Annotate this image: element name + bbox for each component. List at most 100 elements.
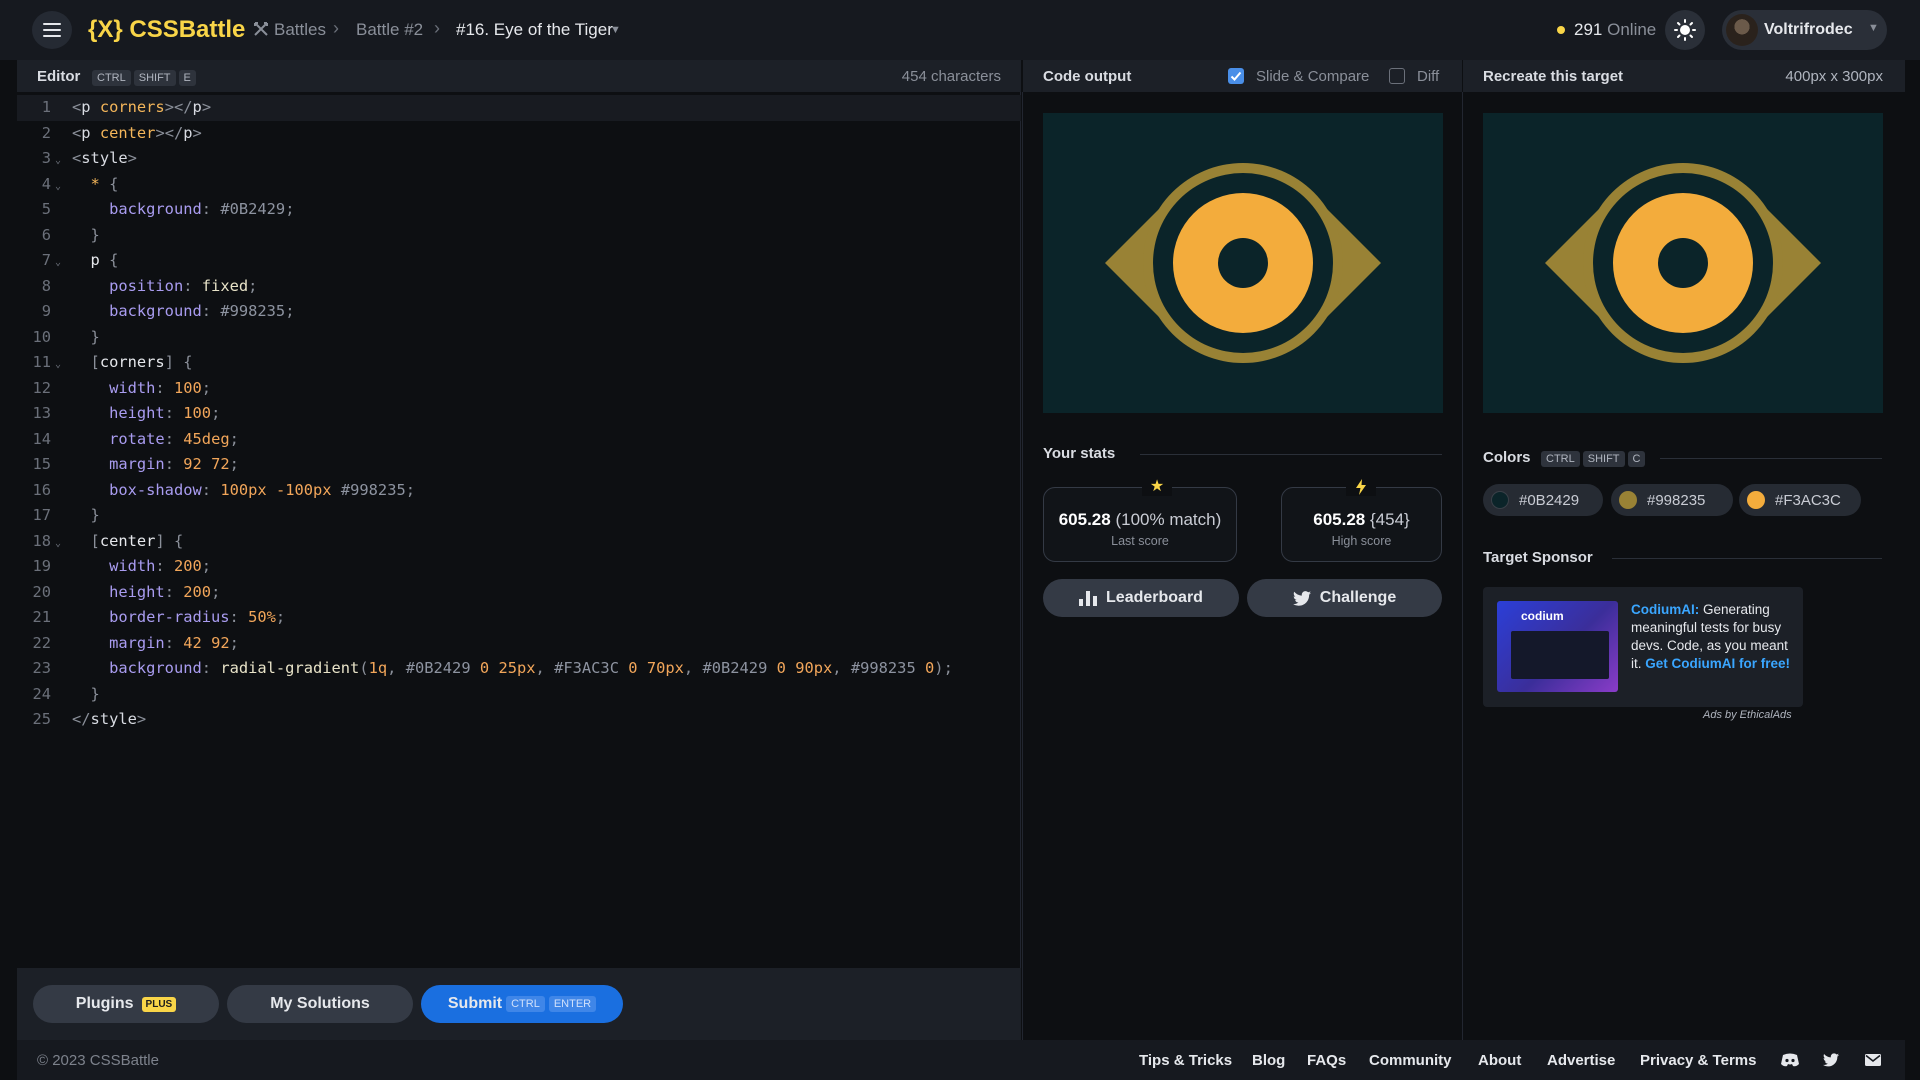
fold-chevron-icon[interactable]: ⌄ (55, 174, 61, 200)
code-text[interactable]: <p center></p> (72, 121, 202, 147)
chevron-down-icon[interactable]: ▼ (610, 24, 621, 36)
code-text[interactable]: p { (72, 248, 119, 274)
menu-button[interactable] (32, 11, 72, 49)
footer-link-blog[interactable]: Blog (1252, 1052, 1285, 1069)
diff-label[interactable]: Diff (1417, 68, 1439, 85)
code-line[interactable]: 23 background: radial-gradient(1q, #0B24… (17, 656, 1021, 682)
color-swatch[interactable]: #0B2429 (1483, 484, 1603, 516)
sponsor-text[interactable]: CodiumAI: Generating meaningful tests fo… (1631, 601, 1793, 673)
code-text[interactable]: <p corners></p> (72, 95, 211, 121)
my-solutions-button[interactable]: My Solutions (227, 985, 413, 1023)
footer-link-privacy[interactable]: Privacy & Terms (1640, 1052, 1756, 1069)
challenge-button[interactable]: Challenge (1247, 579, 1442, 617)
sponsor-image[interactable]: codium (1497, 601, 1618, 692)
code-line[interactable]: 18 ⌄ [center] { (17, 529, 1021, 555)
avatar (1726, 14, 1758, 46)
code-line[interactable]: 8 position: fixed; (17, 274, 1021, 300)
code-text[interactable]: background: #998235; (72, 299, 294, 325)
code-line[interactable]: 17 } (17, 503, 1021, 529)
code-line[interactable]: 13 height: 100; (17, 401, 1021, 427)
code-line[interactable]: 22 margin: 42 92; (17, 631, 1021, 657)
fold-chevron-icon[interactable]: ⌄ (55, 148, 61, 174)
discord-icon[interactable] (1781, 1053, 1799, 1067)
code-output-preview[interactable] (1043, 113, 1443, 413)
code-text[interactable]: background: #0B2429; (72, 197, 294, 223)
color-swatch[interactable]: #998235 (1611, 484, 1733, 516)
code-line[interactable]: 2 <p center></p> (17, 121, 1021, 147)
code-text[interactable]: } (72, 682, 100, 708)
code-line[interactable]: 20 height: 200; (17, 580, 1021, 606)
breadcrumb-separator: › (434, 18, 440, 38)
footer-link-tips[interactable]: Tips & Tricks (1139, 1052, 1232, 1069)
breadcrumb-battle[interactable]: Battle #2 (356, 20, 423, 40)
footer-link-advertise[interactable]: Advertise (1547, 1052, 1615, 1069)
diff-checkbox[interactable] (1389, 68, 1405, 84)
code-text[interactable]: rotate: 45deg; (72, 427, 239, 453)
color-swatch[interactable]: #F3AC3C (1739, 484, 1861, 516)
code-text[interactable]: height: 100; (72, 401, 220, 427)
twitter-icon[interactable] (1823, 1053, 1839, 1067)
code-line[interactable]: 7 ⌄ p { (17, 248, 1021, 274)
code-text[interactable]: margin: 92 72; (72, 452, 239, 478)
ads-by-ethicalads[interactable]: Ads by EthicalAds (1703, 709, 1792, 721)
code-line[interactable]: 12 width: 100; (17, 376, 1021, 402)
code-editor[interactable]: 1 <p corners></p> 2 <p center></p> 3 ⌄ <style>… (17, 92, 1021, 968)
code-text[interactable]: } (72, 503, 100, 529)
code-text[interactable]: * { (72, 172, 119, 198)
code-text[interactable]: width: 100; (72, 376, 211, 402)
footer-link-about[interactable]: About (1478, 1052, 1521, 1069)
target-image[interactable] (1483, 113, 1883, 413)
colors-title: Colors (1483, 449, 1531, 466)
code-text[interactable]: [center] { (72, 529, 184, 555)
fold-chevron-icon[interactable]: ⌄ (55, 352, 61, 378)
code-text[interactable]: width: 200; (72, 554, 211, 580)
code-text[interactable]: margin: 42 92; (72, 631, 239, 657)
cssbattle-logo[interactable]: {X} CSSBattle (88, 16, 245, 44)
code-text[interactable]: background: radial-gradient(1q, #0B2429 … (72, 656, 953, 682)
code-line[interactable]: 3 ⌄ <style> (17, 146, 1021, 172)
code-line[interactable]: 24 } (17, 682, 1021, 708)
breadcrumb-current-target[interactable]: #16. Eye of the Tiger (456, 20, 613, 40)
code-text[interactable]: box-shadow: 100px -100px #998235; (72, 478, 415, 504)
breadcrumb-battles[interactable]: Battles (274, 20, 326, 40)
sponsor-ad[interactable]: codium CodiumAI: Generating meaningful t… (1483, 587, 1803, 707)
slide-compare-label[interactable]: Slide & Compare (1256, 68, 1369, 85)
sponsor-cta-link[interactable]: Get CodiumAI for free! (1645, 656, 1790, 671)
fold-chevron-icon[interactable]: ⌄ (55, 531, 61, 557)
code-line[interactable]: 5 background: #0B2429; (17, 197, 1021, 223)
online-count: 291 Online (1574, 20, 1656, 40)
mail-icon[interactable] (1865, 1054, 1881, 1066)
leaderboard-button[interactable]: Leaderboard (1043, 579, 1239, 617)
slide-compare-checkbox[interactable] (1228, 68, 1244, 84)
crossed-swords-icon (254, 22, 268, 36)
code-text[interactable]: } (72, 325, 100, 351)
code-text[interactable]: </style> (72, 707, 146, 733)
code-text[interactable]: } (72, 223, 100, 249)
eye-target-image (1483, 113, 1883, 413)
code-text[interactable]: <style> (72, 146, 137, 172)
code-text[interactable]: position: fixed; (72, 274, 257, 300)
code-line[interactable]: 6 } (17, 223, 1021, 249)
code-text[interactable]: height: 200; (72, 580, 220, 606)
sponsor-brand[interactable]: CodiumAI: (1631, 602, 1699, 617)
code-line[interactable]: 11 ⌄ [corners] { (17, 350, 1021, 376)
user-menu[interactable]: Voltrifrodec ▼ (1722, 10, 1887, 50)
code-line[interactable]: 16 box-shadow: 100px -100px #998235; (17, 478, 1021, 504)
fold-chevron-icon[interactable]: ⌄ (55, 250, 61, 276)
plugins-button[interactable]: Plugins PLUS (33, 985, 219, 1023)
footer-link-faqs[interactable]: FAQs (1307, 1052, 1346, 1069)
footer-link-community[interactable]: Community (1369, 1052, 1452, 1069)
code-line[interactable]: 1 <p corners></p> (17, 95, 1021, 121)
code-text[interactable]: [corners] { (72, 350, 193, 376)
code-line[interactable]: 15 margin: 92 72; (17, 452, 1021, 478)
code-line[interactable]: 10 } (17, 325, 1021, 351)
code-line[interactable]: 19 width: 200; (17, 554, 1021, 580)
code-line[interactable]: 4 ⌄ * { (17, 172, 1021, 198)
code-line[interactable]: 21 border-radius: 50%; (17, 605, 1021, 631)
code-line[interactable]: 9 background: #998235; (17, 299, 1021, 325)
code-text[interactable]: border-radius: 50%; (72, 605, 285, 631)
code-line[interactable]: 14 rotate: 45deg; (17, 427, 1021, 453)
submit-button[interactable]: Submit CTRL ENTER (421, 985, 623, 1023)
theme-toggle-button[interactable] (1665, 10, 1705, 50)
code-line[interactable]: 25 </style> (17, 707, 1021, 733)
